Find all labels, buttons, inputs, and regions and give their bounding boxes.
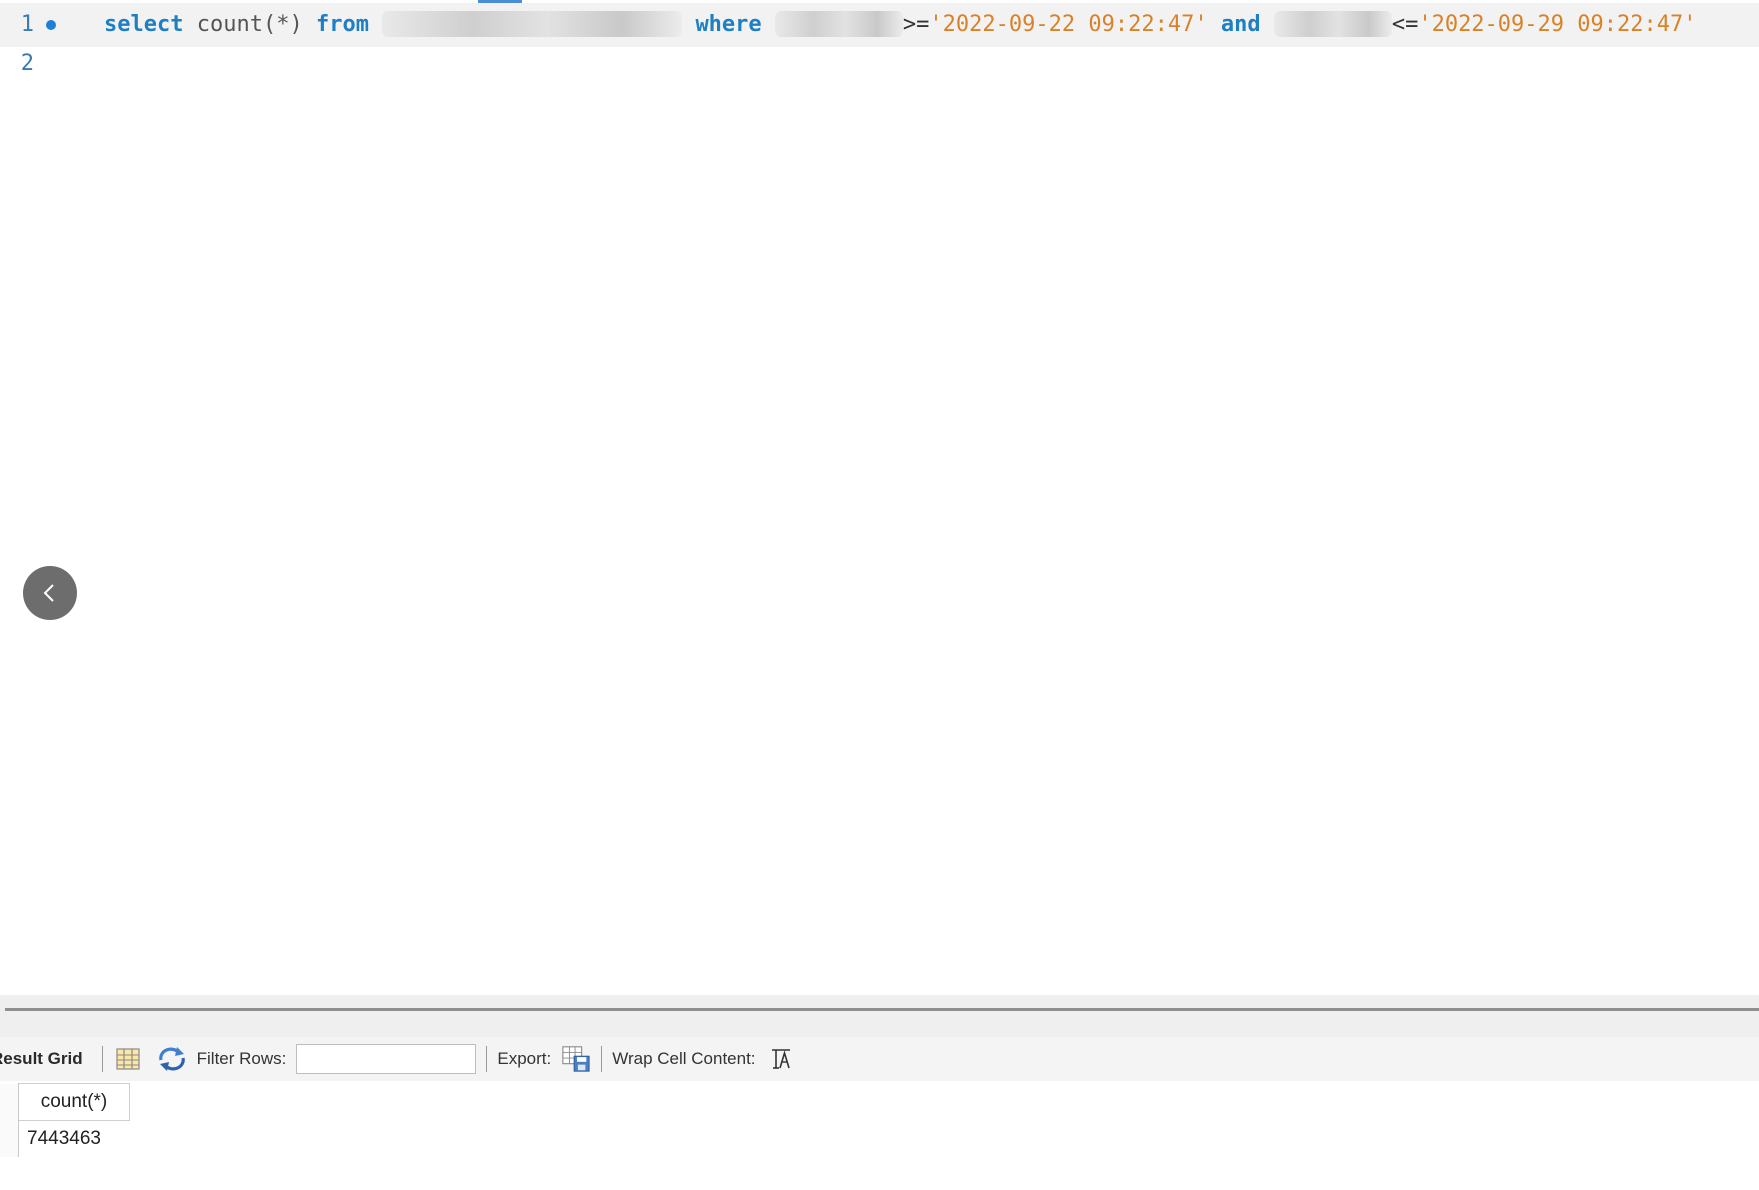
wrap-cell-content-label: Wrap Cell Content: xyxy=(612,1049,756,1068)
grid-view-icon xyxy=(116,1048,140,1070)
tab-result-grid[interactable]: Result Grid xyxy=(0,1049,83,1069)
operator-lte: <= xyxy=(1391,12,1419,37)
table-row[interactable]: 7443463 xyxy=(0,1120,130,1158)
keyword-from: from xyxy=(315,12,369,37)
redacted-column-name xyxy=(1273,11,1392,37)
column-header[interactable]: count(*) xyxy=(18,1083,130,1121)
wrap-cell-content-toggle[interactable] xyxy=(766,1044,796,1074)
line-number: 2 xyxy=(20,51,34,76)
export-button[interactable] xyxy=(561,1044,591,1074)
count-function: count(*) xyxy=(196,12,303,37)
result-grid[interactable]: count(*) 7443463 xyxy=(0,1081,1759,1190)
header-row: count(*) xyxy=(0,1083,130,1121)
redacted-column-name xyxy=(774,11,903,37)
panel-splitter[interactable] xyxy=(0,995,1759,1037)
row-header-corner xyxy=(0,1083,19,1121)
operator-gte: >= xyxy=(902,12,930,37)
filter-rows-input[interactable] xyxy=(296,1044,477,1074)
chevron-left-icon xyxy=(43,584,54,602)
toolbar-divider xyxy=(101,1046,103,1072)
result-toolbar: Result Grid Filter Rows: Export: Wrap Ce… xyxy=(0,1037,1759,1081)
sql-statement[interactable]: select count(*) from where >='2022-09-22… xyxy=(104,3,1696,47)
refresh-icon xyxy=(158,1047,185,1071)
keyword-where: where xyxy=(695,12,762,37)
date-end-literal: '2022-09-29 09:22:47' xyxy=(1418,12,1697,37)
filter-rows-label: Filter Rows: xyxy=(196,1049,287,1068)
sql-editor[interactable]: 1 select count(*) from where >='2022-09-… xyxy=(0,0,1759,995)
row-header[interactable] xyxy=(0,1120,19,1157)
result-table: count(*) 7443463 xyxy=(0,1083,130,1157)
line-number: 1 xyxy=(20,12,34,37)
editor-line-1[interactable]: 1 select count(*) from where >='2022-09-… xyxy=(0,3,1759,47)
redacted-table-name xyxy=(382,11,683,37)
keyword-select: select xyxy=(104,12,184,37)
refresh-button[interactable] xyxy=(157,1044,187,1074)
previous-button[interactable] xyxy=(23,566,77,620)
editor-line-2[interactable]: 2 xyxy=(0,42,1759,86)
toolbar-divider xyxy=(486,1046,488,1072)
splitter-handle[interactable] xyxy=(5,1008,1759,1011)
export-icon xyxy=(562,1046,590,1072)
toolbar-divider xyxy=(601,1046,603,1072)
wrap-text-icon xyxy=(771,1049,790,1069)
export-label: Export: xyxy=(497,1049,552,1068)
result-grid-view-button[interactable] xyxy=(113,1044,143,1074)
date-start-literal: '2022-09-22 09:22:47' xyxy=(929,12,1208,37)
statement-marker-icon[interactable] xyxy=(46,20,56,30)
result-cell[interactable]: 7443463 xyxy=(19,1121,130,1158)
keyword-and: and xyxy=(1220,12,1261,37)
